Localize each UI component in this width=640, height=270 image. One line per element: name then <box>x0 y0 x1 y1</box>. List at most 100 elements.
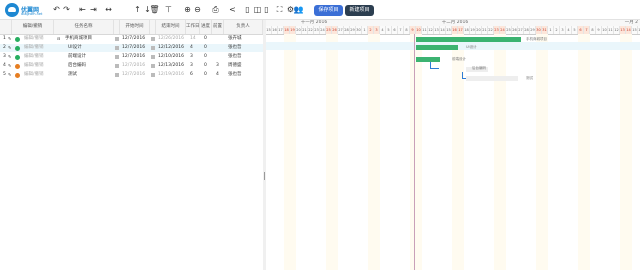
task-name[interactable]: 后台编码 <box>68 62 86 70</box>
layout-left-icon[interactable]: ▯ <box>243 5 252 15</box>
end-date[interactable]: 12/19/2016 <box>158 71 184 79</box>
weekend-column <box>374 34 380 270</box>
collapse-toggle-icon[interactable]: ⊟ <box>57 35 60 43</box>
edit-pencil-icon[interactable]: ✎ <box>8 71 11 79</box>
table-row[interactable]: 1 ✎ 编辑/撤销 ⊟ 手机商城项目 12/7/2016 12/26/2016 14 0 张卉城 <box>0 35 263 43</box>
owner[interactable]: 张也哲 <box>228 53 242 61</box>
dependency-link <box>430 62 439 69</box>
progress[interactable]: 0 <box>204 35 207 43</box>
header-owner[interactable]: 负责人 <box>224 20 263 34</box>
task-name[interactable]: UI设计 <box>68 44 82 52</box>
layout-right-icon[interactable]: ▯ <box>262 5 271 15</box>
delete-icon[interactable]: 🗑 <box>149 5 159 15</box>
start-date[interactable]: 12/7/2016 <box>122 71 145 79</box>
row-action-link[interactable]: 编辑/撤销 <box>24 35 44 43</box>
status-dot-icon <box>15 73 20 78</box>
owner[interactable]: 张也哲 <box>228 71 242 79</box>
progress[interactable]: 0 <box>204 53 207 61</box>
workdays[interactable]: 6 <box>190 71 193 79</box>
task-name[interactable]: 手机商城项目 <box>65 35 92 43</box>
predecessor[interactable]: 3 <box>216 62 219 70</box>
header-task-name[interactable]: 任务名称 <box>54 20 114 34</box>
progress[interactable]: 0 <box>204 62 207 70</box>
owner[interactable]: 张卉城 <box>228 35 242 43</box>
status-dot-icon <box>15 55 20 60</box>
header-end-date[interactable]: 结束时间 <box>156 20 186 34</box>
move-horizontal-icon[interactable]: ↔ <box>104 5 113 15</box>
print-icon[interactable]: ⎙ <box>211 5 220 15</box>
header-action[interactable]: 编辑/撤销 <box>12 20 54 34</box>
redo-icon[interactable]: ↷ <box>62 5 71 15</box>
table-row[interactable]: 4 ✎ 编辑/撤销 后台编码 12/7/2016 12/13/2016 3 0 3 周德盛 <box>0 62 263 70</box>
users-icon[interactable]: 👥 <box>294 5 304 15</box>
calendar-icon <box>115 64 119 68</box>
start-date[interactable]: 12/7/2016 <box>122 53 145 61</box>
end-date[interactable]: 12/12/2016 <box>158 44 184 52</box>
workdays[interactable]: 14 <box>190 35 196 43</box>
table-row[interactable]: 5 ✎ 编辑/撤销 测试 12/7/2016 12/19/2016 6 0 4 张也哲 <box>0 71 263 79</box>
calendar-icon <box>115 55 119 59</box>
end-date[interactable]: 12/13/2016 <box>158 62 184 70</box>
save-project-button[interactable]: 保存项目 <box>314 5 343 16</box>
owner[interactable]: 张也哲 <box>228 44 242 52</box>
edit-pencil-icon[interactable]: ✎ <box>8 62 11 70</box>
table-row[interactable]: 2 ✎ 编辑/撤销 UI设计 12/7/2016 12/12/2016 4 0 张也哲 <box>0 44 263 52</box>
logo-subtitle: diagram.net <box>21 12 43 16</box>
weekend-column <box>542 34 548 270</box>
status-dot-icon <box>15 46 20 51</box>
header-progress[interactable]: 进度 <box>200 20 212 34</box>
task-bar[interactable] <box>416 45 458 50</box>
undo-icon[interactable]: ↶ <box>52 5 61 15</box>
header-start-date[interactable]: 开始时间 <box>120 20 150 34</box>
calendar-icon <box>115 46 119 50</box>
workdays[interactable]: 3 <box>190 53 193 61</box>
zoom-in-icon[interactable]: ⊕ <box>183 5 192 15</box>
splitter-handle-icon[interactable] <box>264 172 265 180</box>
start-date[interactable]: 12/7/2016 <box>122 44 145 52</box>
app-logo[interactable]: 优翼网 diagram.net <box>5 3 42 18</box>
task-name[interactable]: 测试 <box>68 71 77 79</box>
align-center-icon[interactable]: ⊤ <box>164 5 173 15</box>
today-line <box>414 34 415 270</box>
fullscreen-icon[interactable]: ⛶ <box>275 5 284 15</box>
edit-pencil-icon[interactable]: ✎ <box>8 53 11 61</box>
start-date[interactable]: 12/7/2016 <box>122 62 145 70</box>
edit-pencil-icon[interactable]: ✎ <box>8 35 11 43</box>
task-bar[interactable] <box>466 76 518 81</box>
header-row-number <box>0 20 12 34</box>
edit-pencil-icon[interactable]: ✎ <box>8 44 11 52</box>
task-name[interactable]: 前端设计 <box>68 53 86 61</box>
weekend-column <box>290 34 296 270</box>
predecessor[interactable]: 4 <box>216 71 219 79</box>
task-bar[interactable] <box>416 37 521 42</box>
share-icon[interactable]: < <box>228 5 237 15</box>
end-date[interactable]: 12/10/2016 <box>158 53 184 61</box>
gantt-chart: 十一月 2016 十二月 2016 一月 2 15 16 17 18 19 20 21 22 2… <box>266 20 640 270</box>
workdays[interactable]: 4 <box>190 44 193 52</box>
start-date[interactable]: 12/7/2016 <box>122 35 145 43</box>
new-project-button[interactable]: 新建项目 <box>345 5 374 16</box>
owner[interactable]: 周德盛 <box>228 62 242 70</box>
layout-split-icon[interactable]: ◫ <box>253 5 262 15</box>
outdent-icon[interactable]: ⇤ <box>78 5 87 15</box>
table-row[interactable]: 3 ✎ 编辑/撤销 前端设计 12/7/2016 12/10/2016 3 0 张也哲 <box>0 53 263 61</box>
weekend-column <box>458 34 464 270</box>
row-action-link[interactable]: 编辑/撤销 <box>24 53 44 61</box>
row-action-link[interactable]: 编辑/撤销 <box>24 71 44 79</box>
row-action-link[interactable]: 编辑/撤销 <box>24 62 44 70</box>
indent-icon[interactable]: ⇥ <box>89 5 98 15</box>
progress[interactable]: 0 <box>204 71 207 79</box>
progress[interactable]: 0 <box>204 44 207 52</box>
row-action-link[interactable]: 编辑/撤销 <box>24 44 44 52</box>
zoom-out-icon[interactable]: ⊖ <box>193 5 202 15</box>
workdays[interactable]: 3 <box>190 62 193 70</box>
calendar-icon <box>151 55 155 59</box>
header-predecessor[interactable]: 前置 <box>212 20 224 34</box>
header-workdays[interactable]: 工作日 <box>186 20 200 34</box>
calendar-icon <box>151 64 155 68</box>
move-up-icon[interactable]: ↑ <box>133 5 142 15</box>
end-date[interactable]: 12/26/2016 <box>158 35 184 43</box>
status-dot-icon <box>15 37 20 42</box>
calendar-icon <box>115 37 119 41</box>
logo-icon <box>5 3 19 17</box>
